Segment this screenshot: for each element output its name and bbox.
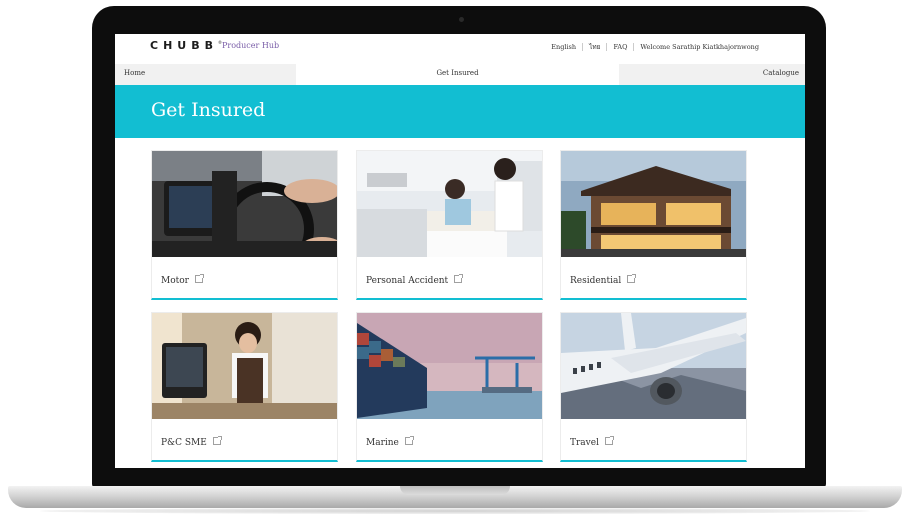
product-label: P&C SME — [161, 436, 222, 448]
top-links: English ไทย FAQ Welcome Sarathip Kiatkhajor… — [545, 42, 765, 52]
nav-tab-catalogue[interactable]: Catalogue — [619, 64, 805, 85]
hospital-patient-image — [357, 151, 542, 257]
external-link-icon — [454, 274, 464, 283]
welcome-user[interactable]: Welcome Sarathip Kiatkhajornwong — [634, 43, 765, 51]
nav-tab-home[interactable]: Home — [115, 64, 296, 85]
product-label: Travel — [570, 436, 614, 448]
product-label: Residential — [570, 274, 637, 286]
external-link-icon — [627, 274, 637, 283]
lang-thai-link[interactable]: ไทย — [583, 43, 606, 51]
product-card-marine[interactable]: Marine — [356, 312, 543, 462]
product-name: P&C SME — [161, 438, 207, 448]
product-card-motor[interactable]: Motor — [151, 150, 338, 300]
product-card-pc-sme[interactable]: P&C SME — [151, 312, 338, 462]
lang-english-link[interactable]: English — [545, 43, 582, 51]
faq-link[interactable]: FAQ — [607, 43, 633, 51]
product-label: Marine — [366, 436, 414, 448]
cargo-ship-image — [357, 313, 542, 419]
product-card-residential[interactable]: Residential — [560, 150, 747, 300]
nav-home-label: Home — [124, 69, 146, 77]
nav-catalogue-label: Catalogue — [762, 69, 799, 77]
top-bar: CHUBB ® Producer Hub English ไทย FAQ Welcom… — [115, 34, 805, 63]
screen: CHUBB ® Producer Hub English ไทย FAQ Welcom… — [115, 34, 805, 468]
main-nav: Home Get Insured Catalogue — [115, 64, 805, 85]
car-dashboard-image — [152, 151, 337, 257]
product-name: Residential — [570, 276, 622, 286]
webcam-icon — [459, 17, 464, 22]
airplane-wing-image — [561, 313, 746, 419]
product-card-personal-accident[interactable]: Personal Accident — [356, 150, 543, 300]
laptop-notch — [400, 486, 510, 495]
modern-house-image — [561, 151, 746, 257]
nav-get-insured-label: Get Insured — [436, 69, 479, 77]
external-link-icon — [194, 274, 204, 283]
external-link-icon — [604, 436, 614, 445]
external-link-icon — [212, 436, 222, 445]
laptop-shadow — [40, 508, 870, 514]
product-name: Motor — [161, 276, 189, 286]
product-name: Travel — [570, 438, 599, 448]
product-name: Marine — [366, 438, 399, 448]
product-label: Motor — [161, 274, 204, 286]
page-title: Get Insured — [151, 99, 266, 121]
chubb-logo[interactable]: CHUBB — [150, 39, 218, 52]
producer-hub-label: Producer Hub — [222, 41, 280, 50]
product-name: Personal Accident — [366, 276, 449, 286]
product-card-travel[interactable]: Travel — [560, 312, 747, 462]
product-label: Personal Accident — [366, 274, 464, 286]
hero-banner: Get Insured — [115, 85, 805, 138]
external-link-icon — [404, 436, 414, 445]
nav-tab-get-insured[interactable]: Get Insured — [296, 64, 619, 85]
cafe-owner-image — [152, 313, 337, 419]
